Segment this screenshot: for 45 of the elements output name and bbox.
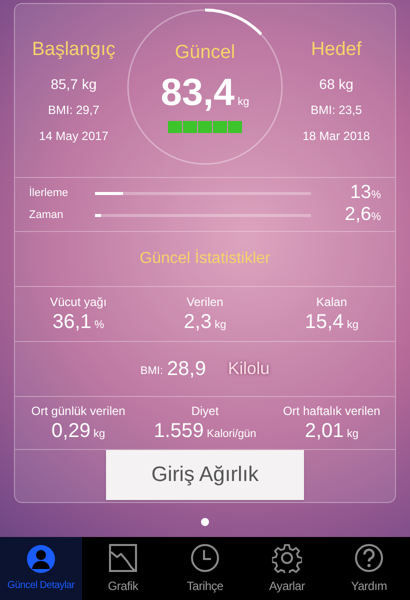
stat-value: 36,1	[52, 310, 92, 334]
stat-label: Ort günlük verilen	[31, 404, 126, 418]
weight-value: 85,7 kg	[50, 75, 97, 94]
stat-value: 2,3	[184, 310, 212, 334]
stat-label: Kalan	[316, 294, 347, 310]
progress-label: Zaman	[29, 208, 64, 224]
settings-icon	[272, 542, 302, 572]
bmi-value: BMI: 23,5	[310, 102, 362, 119]
person-icon	[26, 544, 56, 574]
enter-weight-button[interactable]: Giriş Ağırlık	[106, 450, 304, 500]
column-title: Güncel	[174, 41, 236, 65]
unit-label: %	[94, 318, 104, 332]
weight-value: 68 kg	[319, 75, 354, 94]
bmi-label: BMI:	[140, 364, 164, 378]
unit-label: kg	[346, 426, 358, 442]
unit-label: kg	[214, 318, 226, 332]
progress-label: İlerleme	[29, 186, 70, 202]
percent-value: 13	[350, 183, 372, 204]
stat-label: Ort haftalık verilen	[282, 404, 380, 418]
column-title: Başlangıç	[32, 38, 116, 62]
date-text: 18 Mar 2018	[302, 128, 370, 145]
section-title: Güncel İstatistikler	[140, 248, 270, 269]
stat-label: Verilen	[186, 294, 224, 310]
stat-value: 2,01	[304, 418, 344, 442]
bmi-category: Kilolu	[228, 358, 270, 380]
stat-value: 0,29	[52, 418, 90, 442]
stat-value: 15,4	[304, 310, 344, 334]
date-text: 14 May 2017	[38, 128, 108, 145]
unit-label: Kalori/gün	[206, 426, 256, 442]
unit-label: %	[371, 210, 381, 226]
help-icon	[354, 542, 384, 572]
stat-value: 1.559	[154, 418, 204, 442]
unit-label: %	[371, 188, 381, 204]
current-weight: 83,4	[160, 71, 235, 115]
column-title: Hedef	[310, 38, 362, 62]
clock-icon	[190, 542, 220, 572]
stat-label: Vücut yağı	[50, 294, 107, 310]
bmi-value: BMI: 29,7	[48, 102, 100, 119]
percent-value: 2,6	[344, 205, 372, 226]
unit-label: kg	[238, 95, 250, 110]
unit-label: kg	[93, 426, 106, 442]
bmi-value: 28,9	[167, 357, 206, 382]
unit-label: kg	[346, 318, 358, 332]
stat-label: Diyet	[191, 404, 219, 418]
chart-icon	[108, 542, 138, 572]
